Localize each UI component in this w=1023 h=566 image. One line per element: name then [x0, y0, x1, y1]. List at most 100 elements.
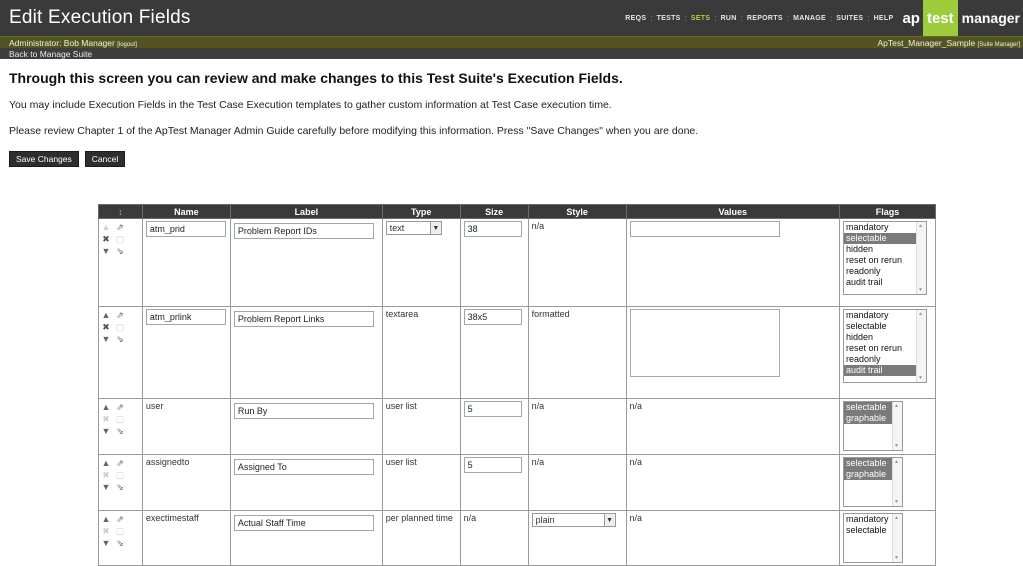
name-input[interactable]	[145, 221, 226, 237]
nav-separator: :	[714, 13, 717, 23]
type-value: user list	[385, 401, 417, 411]
delete-icon[interactable]: ✖	[101, 234, 111, 245]
flags-listbox[interactable]: mandatory selectable hidden reset on rerun r…	[843, 221, 928, 295]
insert-below-icon[interactable]: ⇘	[115, 334, 125, 345]
size-input[interactable]	[463, 457, 522, 473]
flag-option[interactable]: reset on rerun	[844, 255, 926, 266]
insert-below-icon[interactable]: ⇘	[115, 538, 125, 549]
copy-icon[interactable]: ▢	[115, 470, 125, 481]
delete-icon[interactable]: ✖	[101, 526, 111, 537]
label-cell	[229, 398, 383, 455]
values-cell: n/a	[625, 510, 841, 566]
table-row: ▲ ⇗ ✖ ▢ ▼ ⇘ textarea formatted mandatory…	[98, 306, 936, 399]
flag-option[interactable]: hidden	[844, 332, 926, 343]
nav-help[interactable]: HELP	[874, 15, 894, 22]
nav-reports[interactable]: REPORTS	[747, 15, 783, 22]
flag-option[interactable]: selectable	[844, 233, 927, 244]
listbox-scrollbar[interactable]	[892, 458, 903, 506]
flag-option[interactable]: readonly	[844, 354, 926, 365]
flag-option[interactable]: reset on rerun	[844, 343, 926, 354]
back-bar: Back to Manage Suite	[0, 48, 1023, 59]
size-text: n/a	[463, 513, 477, 523]
listbox-scrollbar[interactable]	[916, 222, 927, 294]
insert-above-icon[interactable]: ⇗	[115, 310, 125, 321]
delete-icon[interactable]: ✖	[101, 322, 111, 333]
flags-listbox[interactable]: mandatory selectable	[843, 513, 904, 563]
type-cell: user list	[381, 398, 461, 455]
style-cell: n/a	[527, 454, 627, 511]
flags-cell: mandatory selectable hidden reset on rerun r…	[839, 218, 936, 307]
nav-run[interactable]: RUN	[721, 15, 737, 22]
insert-above-icon[interactable]: ⇗	[115, 514, 125, 525]
values-input[interactable]	[629, 221, 780, 237]
header-flags: Flags	[839, 204, 936, 219]
delete-icon[interactable]: ✖	[101, 470, 111, 481]
label-input[interactable]	[233, 515, 374, 531]
insert-below-icon[interactable]: ⇘	[115, 482, 125, 493]
insert-below-icon[interactable]: ⇘	[115, 246, 125, 257]
nav-reqs[interactable]: REQS	[625, 15, 646, 22]
user-name: Administrator: Bob Manager	[9, 37, 115, 48]
copy-icon[interactable]: ▢	[115, 322, 125, 333]
size-input[interactable]	[463, 401, 522, 417]
values-textarea[interactable]	[629, 309, 780, 377]
nav-tests[interactable]: TESTS	[657, 15, 681, 22]
logout-link[interactable]: [logout]	[117, 42, 137, 48]
values-cell	[625, 218, 841, 307]
style-select[interactable]: plain ▼	[531, 513, 616, 527]
sort-header-icon[interactable]: ↕	[98, 204, 143, 219]
insert-below-icon[interactable]: ⇘	[115, 426, 125, 437]
move-down-icon[interactable]: ▼	[101, 538, 111, 549]
flag-option[interactable]: audit trail	[844, 277, 926, 288]
type-select[interactable]: text ▼	[385, 221, 442, 235]
nav-manage[interactable]: MANAGE	[793, 15, 826, 22]
nav-suites[interactable]: SUITES	[836, 15, 863, 22]
insert-above-icon[interactable]: ⇗	[115, 222, 125, 233]
cancel-button[interactable]: Cancel	[84, 151, 126, 167]
name-input[interactable]	[145, 309, 226, 325]
label-input[interactable]	[233, 403, 374, 419]
flag-option[interactable]: mandatory	[844, 222, 926, 233]
project-name[interactable]: ApTest_Manager_Sample	[877, 38, 975, 48]
copy-icon[interactable]: ▢	[115, 526, 125, 537]
move-down-icon[interactable]: ▼	[101, 482, 111, 493]
label-input[interactable]	[233, 311, 374, 327]
move-up-icon[interactable]: ▲	[101, 458, 111, 469]
intro-paragraph-1: You may include Execution Fields in the …	[9, 99, 612, 111]
flag-option[interactable]: selectable	[844, 321, 926, 332]
save-changes-button[interactable]: Save Changes	[9, 151, 79, 167]
copy-icon[interactable]: ▢	[115, 234, 125, 245]
flag-option[interactable]: readonly	[844, 266, 926, 277]
listbox-scrollbar[interactable]	[892, 514, 903, 562]
size-input[interactable]	[463, 309, 522, 325]
insert-above-icon[interactable]: ⇗	[115, 458, 125, 469]
flag-option[interactable]: mandatory	[844, 310, 926, 321]
nav-sets[interactable]: SETS	[691, 15, 710, 22]
move-up-icon[interactable]: ▲	[101, 402, 111, 413]
listbox-scrollbar[interactable]	[892, 402, 903, 450]
flags-listbox[interactable]: selectable graphable	[843, 401, 904, 451]
back-to-manage-suite-link[interactable]: Back to Manage Suite	[9, 49, 92, 59]
flag-option[interactable]: audit trail	[844, 365, 927, 376]
style-cell: formatted	[527, 306, 627, 399]
move-up-icon[interactable]: ▲	[101, 222, 111, 233]
copy-icon[interactable]: ▢	[115, 414, 125, 425]
insert-above-icon[interactable]: ⇗	[115, 402, 125, 413]
aptest-manager-logo: ap test manager	[899, 0, 1023, 36]
move-down-icon[interactable]: ▼	[101, 426, 111, 437]
size-cell	[459, 454, 529, 511]
flag-option[interactable]: hidden	[844, 244, 926, 255]
delete-icon[interactable]: ✖	[101, 414, 111, 425]
flags-listbox[interactable]: selectable graphable	[843, 457, 904, 507]
flags-listbox[interactable]: mandatory selectable hidden reset on rerun r…	[843, 309, 928, 383]
label-input[interactable]	[233, 223, 374, 239]
listbox-scrollbar[interactable]	[916, 310, 927, 382]
name-cell: assignedto	[141, 454, 231, 511]
move-down-icon[interactable]: ▼	[101, 334, 111, 345]
size-input[interactable]	[463, 221, 522, 237]
label-input[interactable]	[233, 459, 374, 475]
move-up-icon[interactable]: ▲	[101, 514, 111, 525]
chevron-down-icon: ▼	[603, 514, 615, 526]
move-up-icon[interactable]: ▲	[101, 310, 111, 321]
move-down-icon[interactable]: ▼	[101, 246, 111, 257]
